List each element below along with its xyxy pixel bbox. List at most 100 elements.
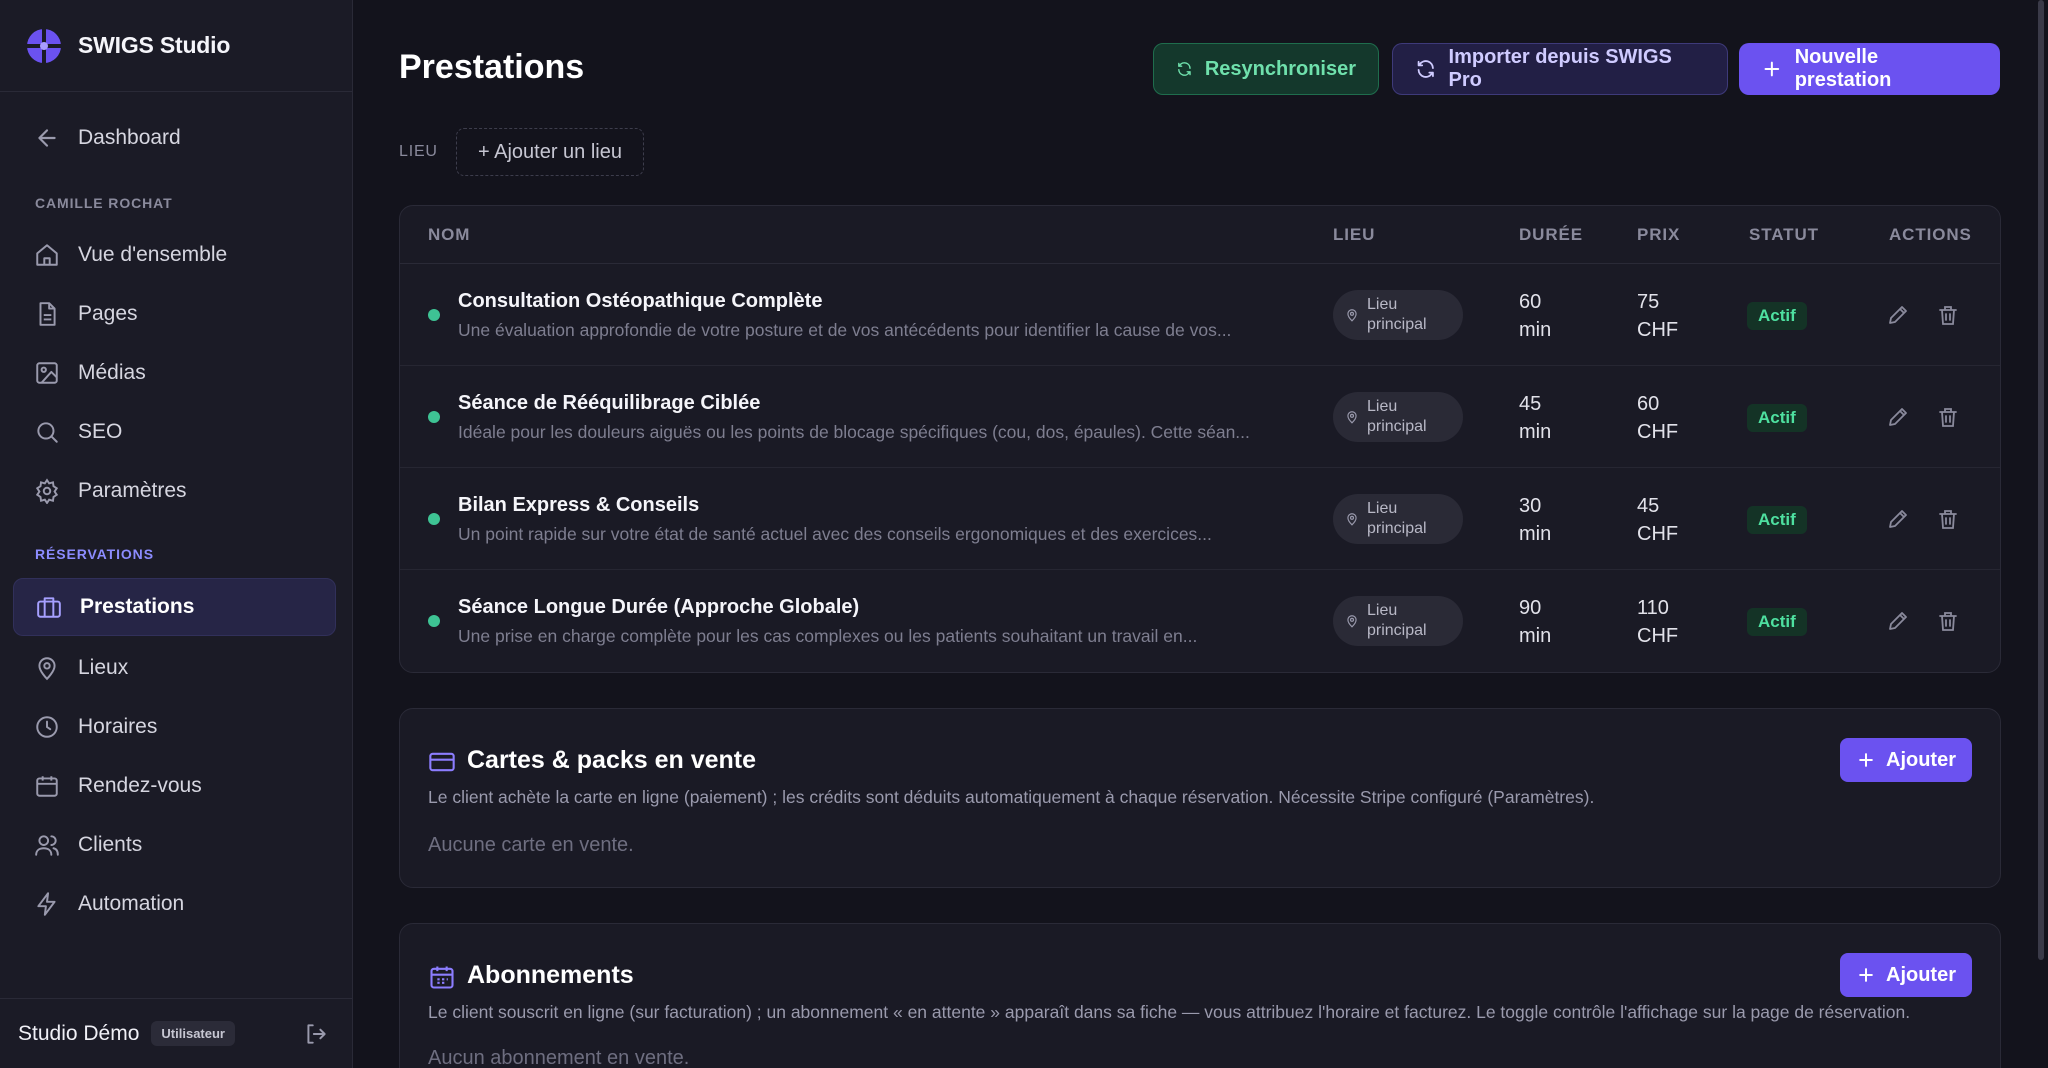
column-header[interactable]: PRIX <box>1637 225 1680 245</box>
edit-icon[interactable] <box>1886 507 1910 531</box>
refresh-icon <box>1417 60 1434 78</box>
import-label: Importer depuis SWIGS Pro <box>1448 46 1672 91</box>
sidebar-item-seo[interactable]: SEO <box>0 412 353 452</box>
table-row[interactable]: Bilan Express & Conseils Un point rapide… <box>400 468 2000 570</box>
table-row[interactable]: Consultation Ostéopathique Complète Une … <box>400 264 2000 366</box>
lieu-line-1: Lieu <box>1367 398 1398 415</box>
sidebar-item-label: Paramètres <box>78 479 187 502</box>
column-header[interactable]: STATUT <box>1749 225 1819 245</box>
sidebar-item-overview[interactable]: Vue d'ensemble <box>0 235 353 275</box>
credit-card-icon <box>429 752 455 772</box>
service-description: Une évaluation approfondie de votre post… <box>458 320 1232 340</box>
edit-icon[interactable] <box>1886 609 1910 633</box>
lieu-pill: Lieu principal <box>1333 290 1463 340</box>
image-icon <box>36 362 58 384</box>
status-dot <box>428 309 440 321</box>
lightning-icon <box>37 892 56 916</box>
calendar-icon <box>36 776 58 797</box>
status-badge[interactable]: Actif <box>1747 404 1807 432</box>
cartes-description: Le client achète la carte en ligne (paie… <box>428 787 1595 807</box>
duration-cell: 45 min <box>1519 393 1552 443</box>
sidebar-item-medias[interactable]: Médias <box>0 353 353 393</box>
lieu-line-2: principal <box>1367 622 1427 639</box>
arrow-left-icon <box>38 129 56 147</box>
sidebar: SWIGS Studio Dashboard CAMILLE ROCHAT Vu… <box>0 0 353 1068</box>
column-header: ACTIONS <box>1889 225 1972 244</box>
sidebar-item-label: Vue d'ensemble <box>78 243 228 266</box>
price-cell: 60 CHF <box>1637 393 1679 443</box>
map-pin-icon <box>1347 309 1357 322</box>
add-carte-label: Ajouter <box>1886 748 1956 771</box>
add-abonnement-button[interactable]: Ajouter <box>1840 953 1972 997</box>
sidebar-item-clients[interactable]: Clients <box>0 825 353 865</box>
cartes-packs-card: Cartes & packs en vente Le client achète… <box>399 708 2001 888</box>
abonnements-title: Abonnements <box>467 961 634 989</box>
resync-button[interactable]: Resynchroniser <box>1153 43 1379 95</box>
sidebar-item-label: Clients <box>78 833 143 856</box>
logout-icon[interactable] <box>303 1021 329 1047</box>
home-icon <box>36 244 58 266</box>
edit-icon[interactable] <box>1886 405 1910 429</box>
lieu-filter-label: LIEU <box>399 143 438 160</box>
brand[interactable]: SWIGS Studio <box>0 0 352 92</box>
trash-icon[interactable] <box>1936 303 1960 327</box>
add-carte-button[interactable]: Ajouter <box>1840 738 1972 782</box>
brand-logo-icon <box>27 28 61 63</box>
status-badge[interactable]: Actif <box>1747 608 1807 636</box>
sidebar-item-lieux[interactable]: Lieux <box>0 648 353 688</box>
status-badge[interactable]: Actif <box>1747 302 1807 330</box>
lieu-line-2: principal <box>1367 520 1427 537</box>
account-section-label: CAMILLE ROCHAT <box>35 195 173 211</box>
status-badge[interactable]: Actif <box>1747 506 1807 534</box>
duration-cell: 60 min <box>1519 291 1552 341</box>
nav-dashboard-back[interactable]: Dashboard <box>0 118 353 158</box>
scrollbar[interactable] <box>2038 0 2044 960</box>
sidebar-item-label: SEO <box>78 420 123 443</box>
trash-icon[interactable] <box>1936 405 1960 429</box>
table-row[interactable]: Séance Longue Durée (Approche Globale) U… <box>400 570 2000 672</box>
lieu-line-1: Lieu <box>1367 500 1398 517</box>
duration-cell: 90 min <box>1519 597 1552 647</box>
add-lieu-button[interactable]: + Ajouter un lieu <box>456 128 644 176</box>
main-content: Prestations Resynchroniser Importer depu… <box>354 0 2048 1068</box>
sidebar-item-settings[interactable]: Paramètres <box>0 471 353 511</box>
lieu-pill: Lieu principal <box>1333 392 1463 442</box>
new-prestation-label: Nouvelle prestation <box>1794 46 1892 91</box>
brand-name: SWIGS Studio <box>78 32 231 58</box>
trash-icon[interactable] <box>1936 507 1960 531</box>
column-header[interactable]: NOM <box>428 225 470 245</box>
prestations-table: NOM LIEU DURÉE PRIX STATUT ACTIONS Consu… <box>399 205 2001 673</box>
nav-dashboard-label: Dashboard <box>78 126 181 149</box>
new-prestation-button[interactable]: Nouvelle prestation <box>1739 43 2000 95</box>
table-row[interactable]: Séance de Rééquilibrage Ciblée Idéale po… <box>400 366 2000 468</box>
status-dot <box>428 615 440 627</box>
plus-icon <box>1859 753 1873 767</box>
briefcase-icon <box>37 597 61 618</box>
abonnements-card: Abonnements Le client souscrit en ligne … <box>399 923 2001 1068</box>
sidebar-item-horaires[interactable]: Horaires <box>0 707 353 747</box>
sidebar-item-prestations[interactable]: Prestations <box>13 578 336 636</box>
sidebar-item-label: Horaires <box>78 715 158 738</box>
sidebar-item-label: Lieux <box>78 656 129 679</box>
sidebar-item-pages[interactable]: Pages <box>0 294 353 334</box>
duration-cell: 30 min <box>1519 495 1552 545</box>
column-header[interactable]: LIEU <box>1333 225 1375 245</box>
trash-icon[interactable] <box>1936 609 1960 633</box>
lieu-line-1: Lieu <box>1367 296 1398 313</box>
sidebar-item-automation[interactable]: Automation <box>0 884 353 924</box>
plus-icon <box>1764 61 1780 77</box>
import-button[interactable]: Importer depuis SWIGS Pro <box>1392 43 1728 95</box>
add-abonnement-label: Ajouter <box>1886 963 1956 986</box>
table-header: NOM LIEU DURÉE PRIX STATUT ACTIONS <box>400 206 2000 264</box>
edit-icon[interactable] <box>1886 303 1910 327</box>
sidebar-item-label: Automation <box>78 892 185 915</box>
service-description: Idéale pour les douleurs aiguës ou les p… <box>458 422 1250 442</box>
service-description: Un point rapide sur votre état de santé … <box>458 524 1212 544</box>
gear-icon <box>35 478 59 504</box>
lieu-line-2: principal <box>1367 316 1427 333</box>
sidebar-item-rendez-vous[interactable]: Rendez-vous <box>0 766 353 806</box>
sidebar-item-label: Médias <box>78 361 146 384</box>
column-header[interactable]: DURÉE <box>1519 225 1583 245</box>
account-name: Studio Démo <box>18 1021 140 1045</box>
status-dot <box>428 411 440 423</box>
